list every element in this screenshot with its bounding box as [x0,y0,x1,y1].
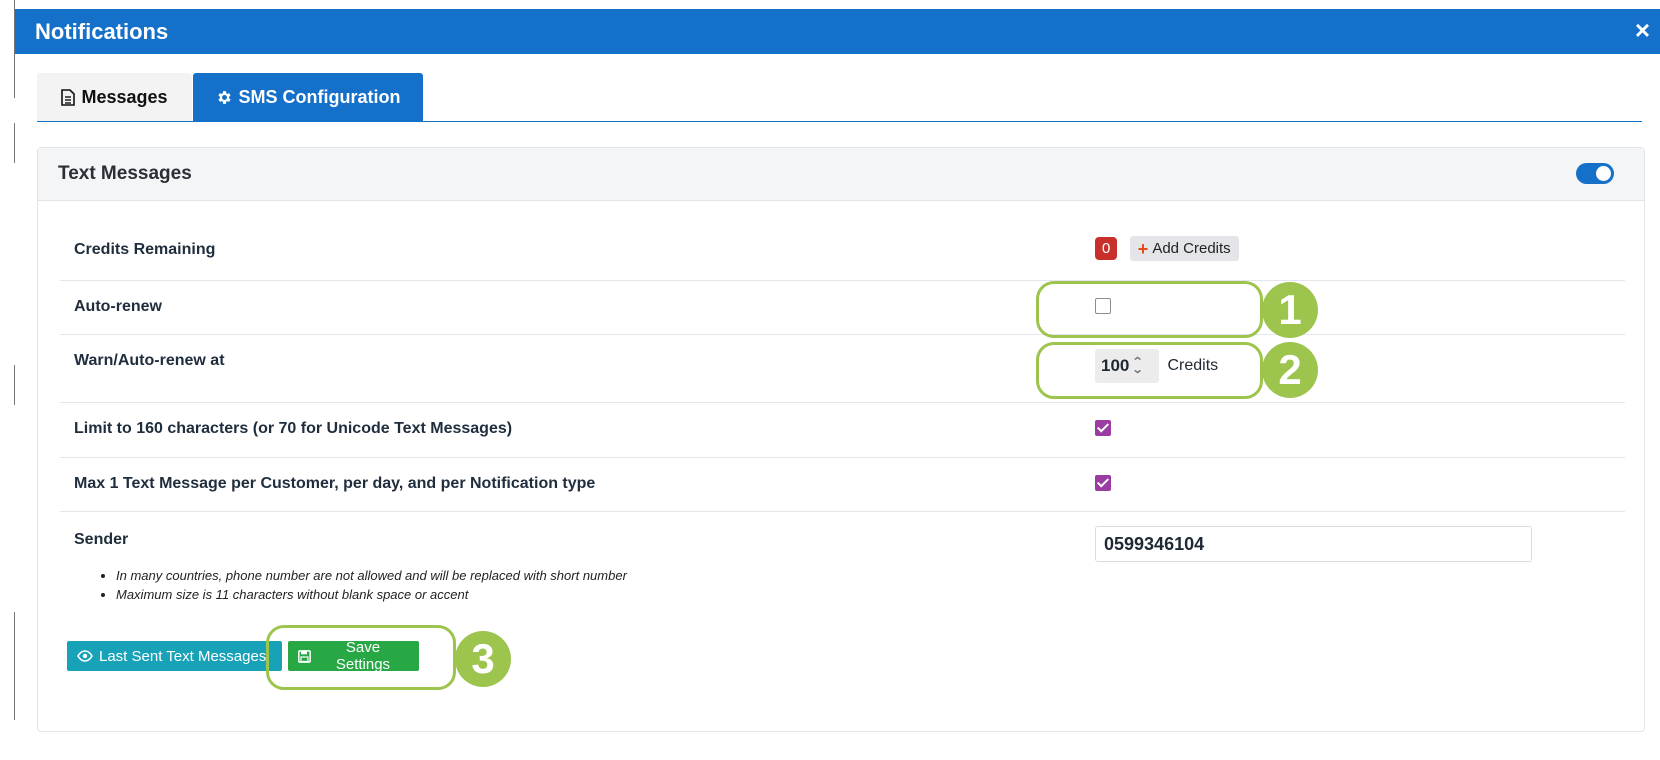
add-credits-label: Add Credits [1152,240,1231,257]
callout-highlight-3 [266,625,456,690]
row-max-one-message: Max 1 Text Message per Customer, per day… [60,457,1625,512]
gear-icon [217,90,231,104]
callout-highlight-2 [1036,342,1263,399]
tab-sms-label: SMS Configuration [238,86,401,107]
tab-messages[interactable]: Messages [37,73,192,121]
tab-sms-configuration[interactable]: SMS Configuration [193,73,423,121]
max-one-label: Max 1 Text Message per Customer, per day… [74,475,596,492]
background-page-edge [0,0,15,760]
tab-messages-label: Messages [81,86,168,107]
auto-renew-label: Auto-renew [74,298,162,315]
notifications-dialog: Notifications × Messages SMS Configurati… [15,9,1660,760]
credits-count-badge: 0 [1095,237,1118,260]
credits-value: 0 + Add Credits [1095,236,1239,261]
warn-auto-renew-label: Warn/Auto-renew at [74,352,225,369]
row-sender: Sender [60,511,1625,571]
last-sent-label: Last Sent Text Messages [99,647,267,665]
document-icon [61,88,76,106]
tab-bar: Messages SMS Configuration [37,73,1642,122]
credits-remaining-label: Credits Remaining [74,241,216,258]
eye-icon [77,650,93,662]
card-header: Text Messages [38,148,1644,201]
limit-160-checkbox[interactable] [1095,420,1111,436]
card-title: Text Messages [58,163,192,184]
toggle-knob [1596,166,1611,181]
sender-label: Sender [74,531,129,548]
dialog-titlebar: Notifications × [15,9,1660,54]
max-one-checkbox[interactable] [1095,475,1111,491]
sender-note: Maximum size is 11 characters without bl… [116,587,627,602]
callout-badge-3: 3 [455,631,511,687]
callout-badge-2: 2 [1262,342,1318,398]
text-messages-toggle[interactable] [1576,163,1614,184]
add-credits-button[interactable]: + Add Credits [1129,236,1239,261]
dialog-title: Notifications [35,19,169,44]
callout-badge-1: 1 [1262,282,1318,338]
row-credits-remaining: Credits Remaining 0 + Add Credits [60,225,1625,281]
plus-icon: + [1137,238,1149,259]
row-auto-renew: Auto-renew [60,280,1625,335]
callout-highlight-1 [1036,281,1263,338]
row-limit-160: Limit to 160 characters (or 70 for Unico… [60,402,1625,458]
sender-note: In many countries, phone number are not … [116,568,627,583]
limit-160-label: Limit to 160 characters (or 70 for Unico… [74,420,513,437]
last-sent-messages-button[interactable]: Last Sent Text Messages [67,641,282,671]
close-icon[interactable]: × [1635,17,1650,43]
sender-notes: In many countries, phone number are not … [100,568,627,606]
row-warn-auto-renew: Warn/Auto-renew at 100 ⌃ ⌄ Credits [60,334,1625,403]
sender-input[interactable] [1095,526,1532,562]
